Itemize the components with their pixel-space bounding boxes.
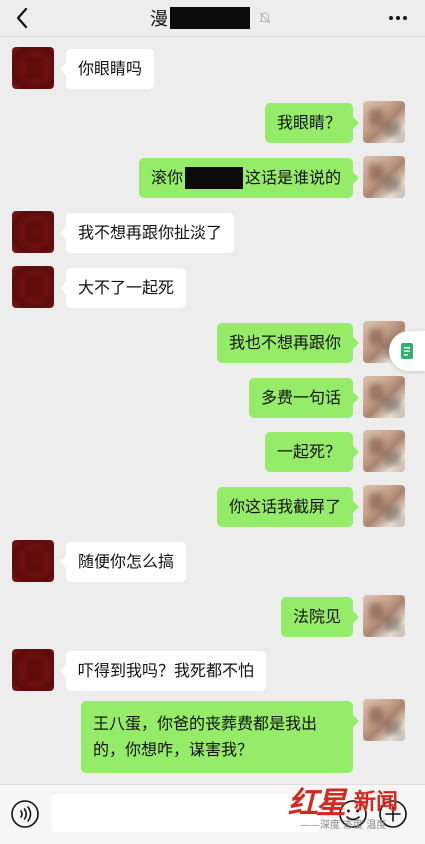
message-bubble[interactable]: 法院见 (280, 597, 360, 637)
message-bubble[interactable]: 大不了一起死 (59, 268, 187, 308)
chevron-left-icon (16, 7, 28, 29)
self-avatar[interactable] (363, 485, 405, 527)
floating-document-button[interactable] (389, 331, 425, 371)
watermark-news: 新闻 (354, 789, 399, 815)
more-options-button[interactable] (389, 6, 407, 30)
message-bubble[interactable]: 滚你 这话是谁说的 (138, 158, 360, 198)
voice-input-button[interactable] (10, 799, 40, 833)
message-bubble[interactable]: 多费一句话 (248, 378, 360, 418)
voice-icon (11, 800, 39, 828)
self-avatar[interactable] (363, 156, 405, 198)
message-bubble[interactable]: 我也不想再跟你 (216, 323, 360, 363)
message-text: 滚你 (150, 168, 183, 187)
self-avatar[interactable] (363, 430, 405, 472)
message-bubble[interactable]: 你这话我截屏了 (216, 487, 360, 527)
text-redaction (184, 167, 243, 189)
dot-icon (389, 16, 393, 20)
self-avatar[interactable] (363, 699, 405, 741)
contact-avatar[interactable] (12, 649, 54, 691)
message-bubble[interactable]: 王八蛋，你爸的丧葬费都是我出的，你想咋，谋害我？ (81, 701, 359, 773)
dot-icon (396, 16, 400, 20)
bell-muted-icon (258, 11, 272, 25)
self-avatar[interactable] (363, 101, 405, 143)
message-bubble[interactable]: 一起死？ (264, 432, 360, 472)
self-avatar[interactable] (363, 595, 405, 637)
document-icon (401, 343, 413, 359)
message-bubble[interactable]: 随便你怎么搞 (59, 542, 187, 582)
chat-title-text: 漫 (150, 9, 168, 30)
self-avatar[interactable] (363, 376, 405, 418)
watermark-slogan: ——深度 态度 温度 (300, 820, 387, 831)
contact-avatar[interactable] (12, 540, 54, 582)
message-bubble[interactable]: 我不想再跟你扯淡了 (59, 213, 235, 253)
dot-icon (403, 16, 407, 20)
message-bubble[interactable]: 你眼睛吗 (59, 49, 155, 89)
red-star-news-watermark: 红星 新闻 ——深度 态度 温度 (288, 778, 418, 838)
back-button[interactable] (8, 4, 36, 32)
message-bubble[interactable]: 吓得到我吗？我死都不怕 (59, 651, 267, 691)
contact-avatar[interactable] (12, 47, 54, 89)
title-redaction (170, 7, 250, 29)
chat-header: 漫 (0, 0, 425, 37)
chat-title: 漫 (150, 6, 272, 30)
chat-messages[interactable]: 你眼睛吗 我眼睛？ 滚你 这话是谁说的 我不想再跟你扯淡了 大不了一起死 我也不想… (0, 37, 425, 784)
message-text: 这话是谁说的 (244, 168, 341, 187)
contact-avatar[interactable] (12, 211, 54, 253)
message-bubble[interactable]: 我眼睛？ (264, 103, 360, 143)
message-input[interactable] (52, 794, 320, 832)
contact-avatar[interactable] (12, 266, 54, 308)
